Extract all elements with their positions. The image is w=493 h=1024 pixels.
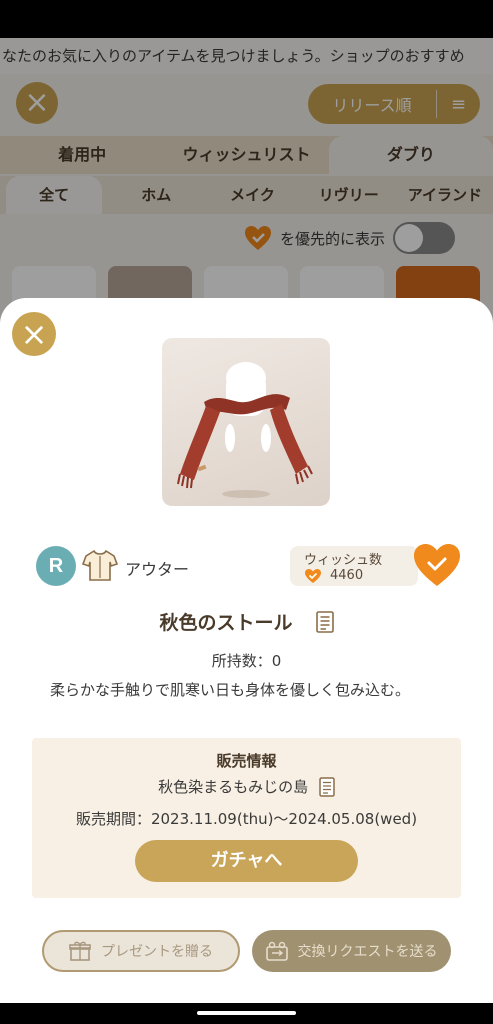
rarity-badge: R xyxy=(36,546,76,586)
shirt-icon xyxy=(82,549,118,581)
item-detail-sheet: × R アウター ウィッシュ数 4460 秋色のストール 所持数：0 柔らかな手… xyxy=(0,298,493,1003)
navigation-bar xyxy=(0,1003,493,1024)
wishlist-heart-button[interactable] xyxy=(412,542,462,588)
sale-period: 販売期間：2023.11.09(thu)〜2024.05.08(wed) xyxy=(75,810,418,828)
exchange-icon xyxy=(265,941,288,961)
stole-illustration xyxy=(177,362,313,498)
close-button[interactable]: × xyxy=(12,312,56,356)
present-button[interactable]: プレゼントを贈る xyxy=(42,930,240,972)
trade-request-button[interactable]: 交換リクエストを送る xyxy=(252,930,451,972)
item-name-row: 秋色のストール xyxy=(0,608,493,638)
item-name: 秋色のストール xyxy=(159,612,293,634)
copy-icon[interactable] xyxy=(319,776,335,797)
home-indicator[interactable] xyxy=(197,1011,296,1015)
gacha-button[interactable]: ガチャへ xyxy=(135,840,358,882)
item-description: 柔らかな手触りで肌寒い日も身体を優しく包み込む。 xyxy=(50,681,411,699)
wish-count-box: ウィッシュ数 4460 xyxy=(290,546,418,586)
owned-count: 所持数：0 xyxy=(211,652,282,670)
status-bar xyxy=(0,0,493,38)
category-label: アウター xyxy=(125,560,190,579)
island-name: 秋色染まるもみじの島 xyxy=(158,778,309,796)
copy-icon[interactable] xyxy=(315,610,334,633)
close-icon: × xyxy=(20,315,48,353)
sale-info-box: 販売情報 秋色染まるもみじの島 販売期間：2023.11.09(thu)〜202… xyxy=(32,738,461,898)
item-meta-row: R アウター ウィッシュ数 4460 xyxy=(36,544,466,588)
item-image xyxy=(162,338,330,506)
sale-info-title: 販売情報 xyxy=(216,752,277,770)
gift-icon xyxy=(69,941,91,961)
wish-count: 4460 xyxy=(330,568,364,583)
trade-button-label: 交換リクエストを送る xyxy=(297,944,438,960)
island-row: 秋色染まるもみじの島 xyxy=(32,776,461,797)
present-button-label: プレゼントを贈る xyxy=(101,944,213,960)
heart-icon xyxy=(305,569,321,583)
wish-label: ウィッシュ数 xyxy=(304,553,383,568)
